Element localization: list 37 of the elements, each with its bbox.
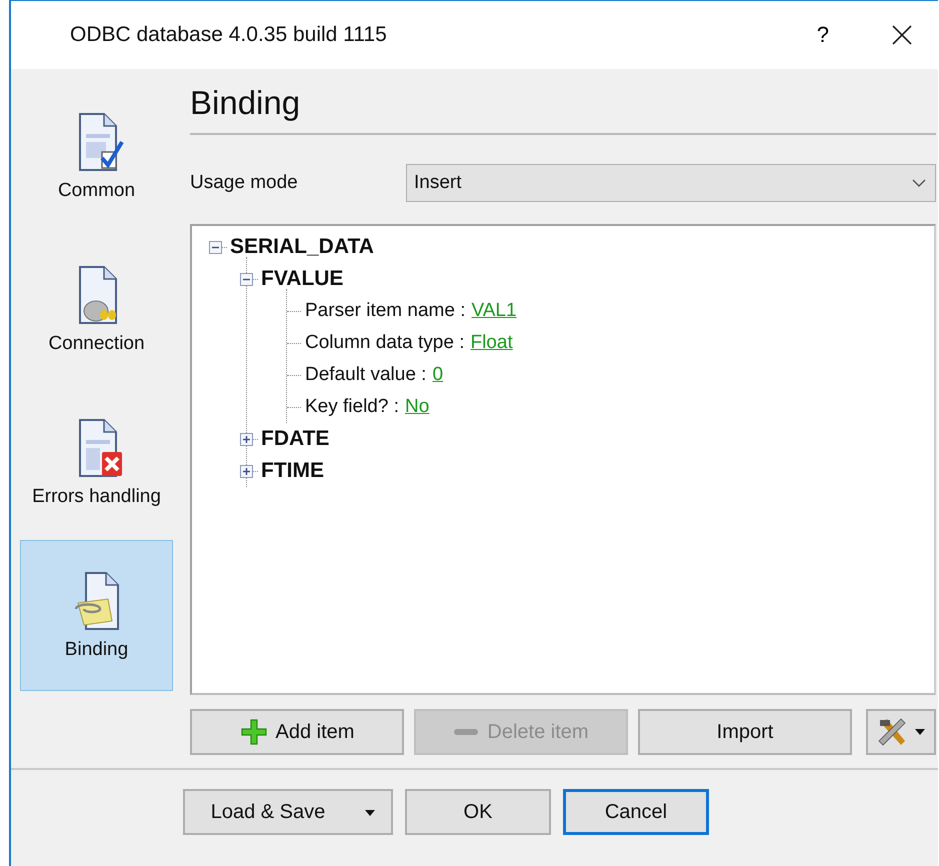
caret-down-icon [365,810,375,816]
dialog-button[interactable]: OK [405,789,551,835]
expander-icon[interactable] [240,432,253,446]
import-button[interactable]: Import [638,709,852,755]
sidebar-item[interactable]: Errors handling [20,387,173,538]
property-value-link[interactable]: VAL1 [472,300,517,322]
sidebar-item[interactable]: Binding [20,540,173,691]
close-icon[interactable] [891,24,913,46]
property-value-link[interactable]: 0 [432,364,444,386]
property-label: Column data type : [305,332,464,354]
help-button[interactable]: ? [816,22,829,48]
add-item-button[interactable]: Add item [190,709,404,755]
property-label: Key field? : [305,396,399,418]
caret-down-icon [915,729,925,735]
tree-node[interactable]: FTIME [261,459,324,483]
tree-node[interactable]: FDATE [261,427,330,451]
sidebar-item[interactable]: Common [20,81,173,232]
dialog-button[interactable]: Cancel [563,789,709,835]
property-value-link[interactable]: Float [470,332,513,354]
chevron-down-icon [911,178,927,188]
property-value-link[interactable]: No [405,396,430,418]
usage-mode-dropdown[interactable]: Insert [406,164,936,202]
tree-node[interactable]: SERIAL_DATA [230,235,374,259]
tools-menu-button[interactable] [866,709,936,755]
sidebar-item[interactable]: Connection [20,234,173,385]
minus-icon [453,727,480,737]
property-label: Parser item name : [305,300,466,322]
window-title: ODBC database 4.0.35 build 1115 [70,23,388,47]
expander-icon[interactable] [240,272,253,286]
page-heading: Binding [190,83,302,123]
load-save-dropdown-button[interactable]: Load & Save [183,789,393,835]
plus-icon [240,718,268,746]
property-label: Default value : [305,364,426,386]
tree-node[interactable]: FVALUE [261,267,344,291]
expander-icon[interactable] [240,464,253,478]
expander-icon[interactable] [209,240,222,254]
usage-mode-label: Usage mode [190,172,299,194]
